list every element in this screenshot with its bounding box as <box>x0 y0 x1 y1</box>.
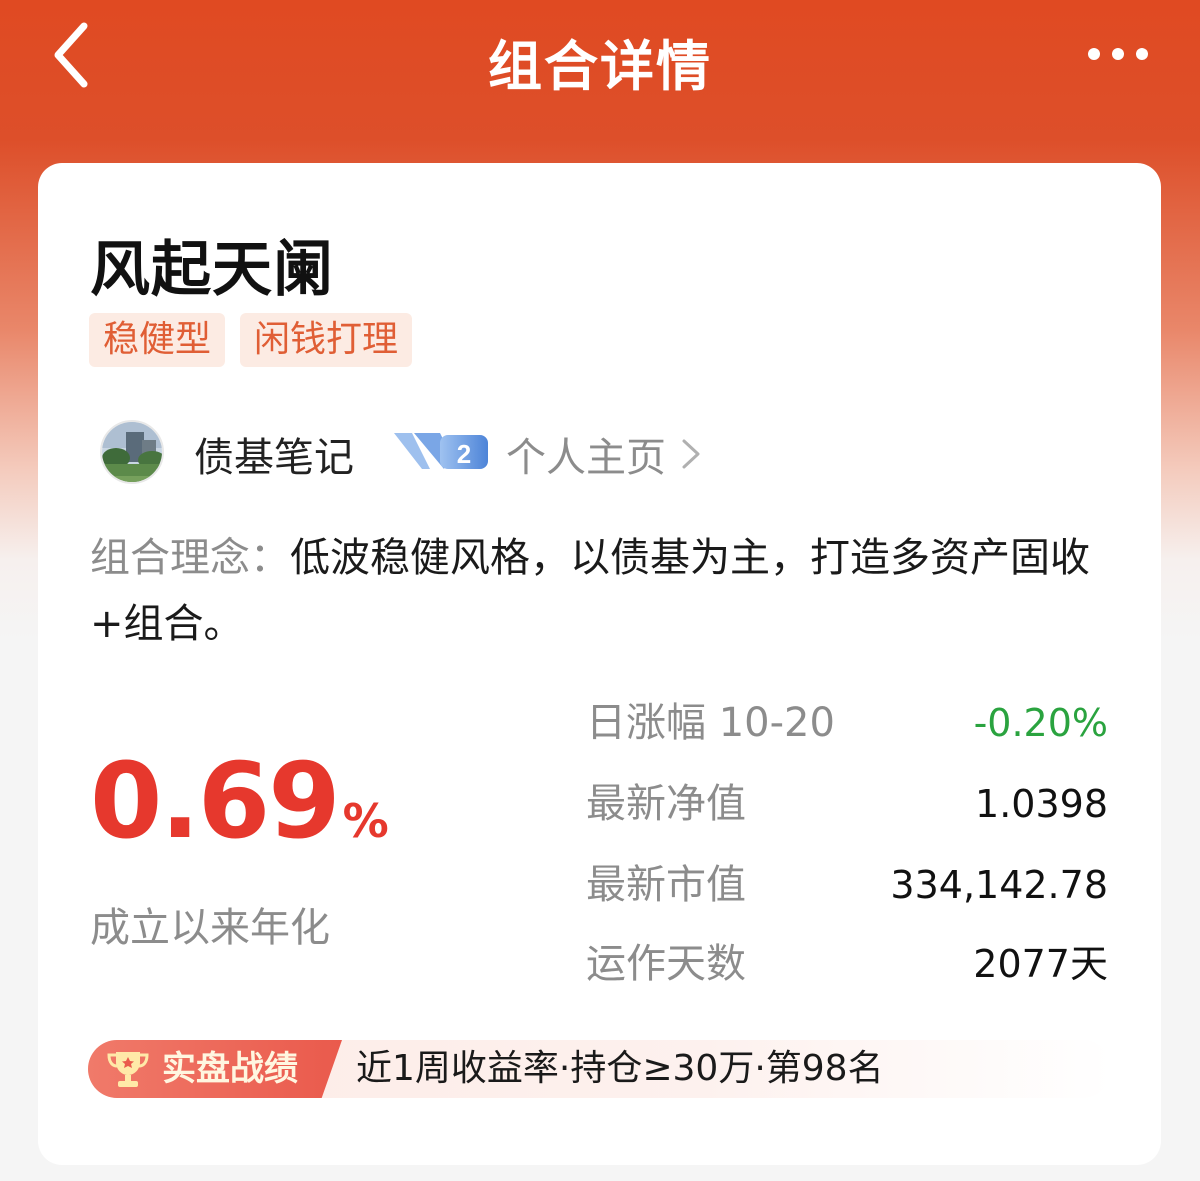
author-name[interactable]: 债基笔记 <box>194 425 354 483</box>
annualized-return: 0.69% <box>90 741 389 881</box>
record-title: 实盘战绩 <box>162 1049 298 1089</box>
stat-value: 2077天 <box>973 942 1108 986</box>
stat-value: 334,142.78 <box>890 863 1108 907</box>
chevron-right-icon[interactable] <box>678 435 704 473</box>
portfolio-card: 风起天阑 稳健型 闲钱打理 债基笔记 2 个人主页 组合理念：低波稳健风格，以债… <box>38 163 1161 1165</box>
homepage-link[interactable]: 个人主页 <box>506 425 666 483</box>
tag-purpose: 闲钱打理 <box>240 313 413 367</box>
annualized-value: 0.69 <box>90 740 341 862</box>
record-text: 近1周收益率·持仓≥30万·第98名 <box>356 1048 884 1089</box>
stat-daily-change: 日涨幅 10-20 -0.20% <box>586 693 1108 753</box>
stat-latest-nav: 最新净值 1.0398 <box>586 774 1108 834</box>
trophy-icon <box>107 1052 149 1087</box>
annualized-unit: % <box>342 794 389 848</box>
author-avatar[interactable] <box>100 420 164 484</box>
page-title: 组合详情 <box>488 35 712 98</box>
more-dots-icon[interactable] <box>1086 44 1150 64</box>
concept-label: 组合理念： <box>90 535 290 581</box>
performance-record-banner[interactable]: 实盘战绩 近1周收益率·持仓≥30万·第98名 <box>88 1040 1112 1098</box>
level-number: 2 <box>457 439 471 469</box>
top-nav-bar: 组合详情 <box>0 0 1200 110</box>
stat-market-value: 最新市值 334,142.78 <box>586 855 1108 915</box>
annualized-label: 成立以来年化 <box>90 905 330 951</box>
stat-label: 最新净值 <box>586 781 746 827</box>
portfolio-concept: 组合理念：低波稳健风格，以债基为主，打造多资产固收+组合。 <box>90 525 1110 657</box>
stat-value: -0.20% <box>973 701 1108 745</box>
portfolio-name: 风起天阑 <box>90 235 334 305</box>
stat-label: 日涨幅 10-20 <box>586 700 835 746</box>
stat-value: 1.0398 <box>975 782 1108 826</box>
stat-label: 最新市值 <box>586 862 746 908</box>
tag-risk-type: 稳健型 <box>89 313 226 367</box>
v-level-badge-icon: 2 <box>394 433 488 469</box>
stat-label: 运作天数 <box>586 941 746 987</box>
stat-running-days: 运作天数 2077天 <box>586 934 1108 994</box>
